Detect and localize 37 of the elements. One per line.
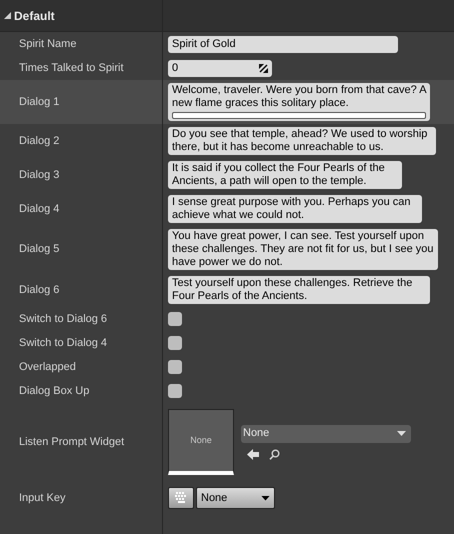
- property-label: Spirit Name: [19, 36, 76, 52]
- keyboard-button[interactable]: [168, 487, 194, 509]
- property-label: Listen Prompt Widget: [19, 434, 124, 450]
- property-label: Dialog 4: [19, 202, 60, 217]
- number-field[interactable]: 0: [168, 60, 272, 76]
- dialog-text-box[interactable]: Do you see that temple, ahead? We used to worship there, but it has become unreachable to us.: [168, 127, 436, 155]
- property-label: Overlapped: [19, 360, 76, 375]
- drag-arrows-icon[interactable]: [259, 64, 268, 72]
- caret-icon: [261, 496, 270, 500]
- caret-icon: [397, 431, 406, 436]
- dialog-text-box[interactable]: Test yourself upon these challenges. Retrieve the Four Pearls of the Ancients.: [168, 276, 430, 304]
- property-label: Dialog Box Up: [19, 384, 90, 399]
- dialog-text-box[interactable]: It is said if you collect the Four Pearls of the Ancients, a path will open to the temple.: [168, 161, 402, 189]
- checkbox[interactable]: [168, 384, 182, 398]
- checkbox[interactable]: [168, 336, 182, 350]
- dialog-text-box[interactable]: You have great power, I can see. Test yourself upon these challenges. They are not fit for us, but I see you have power we do not.: [168, 229, 438, 270]
- asset-thumbnail[interactable]: None: [168, 409, 234, 475]
- dialog-text-box[interactable]: I sense great purpose with you. Perhaps you can achieve what we could not.: [168, 195, 422, 223]
- property-label: Dialog 5: [19, 242, 60, 258]
- property-label: Dialog 3: [19, 168, 60, 183]
- property-label: Dialog 6: [19, 282, 60, 298]
- search-icon[interactable]: [269, 448, 280, 460]
- arrow-left-icon[interactable]: [247, 448, 259, 460]
- checkbox[interactable]: [168, 360, 182, 374]
- property-label: Switch to Dialog 6: [19, 312, 108, 327]
- text-field[interactable]: Spirit of Gold: [168, 36, 398, 52]
- property-label: Switch to Dialog 4: [19, 336, 108, 351]
- key-dropdown[interactable]: None: [196, 487, 275, 509]
- property-label: Dialog 2: [19, 134, 60, 149]
- keyboard-icon: [174, 491, 188, 505]
- property-label: Dialog 1: [19, 94, 60, 110]
- asset-dropdown[interactable]: None: [241, 424, 411, 442]
- dialog-edit-box[interactable]: Welcome, traveler. Were you born from that cave? A new flame graces this solitary place.: [168, 83, 430, 121]
- section-title[interactable]: Default: [14, 6, 55, 24]
- property-label: Times Talked to Spirit: [19, 60, 124, 76]
- checkbox[interactable]: [168, 312, 182, 326]
- property-label: Input Key: [19, 490, 66, 506]
